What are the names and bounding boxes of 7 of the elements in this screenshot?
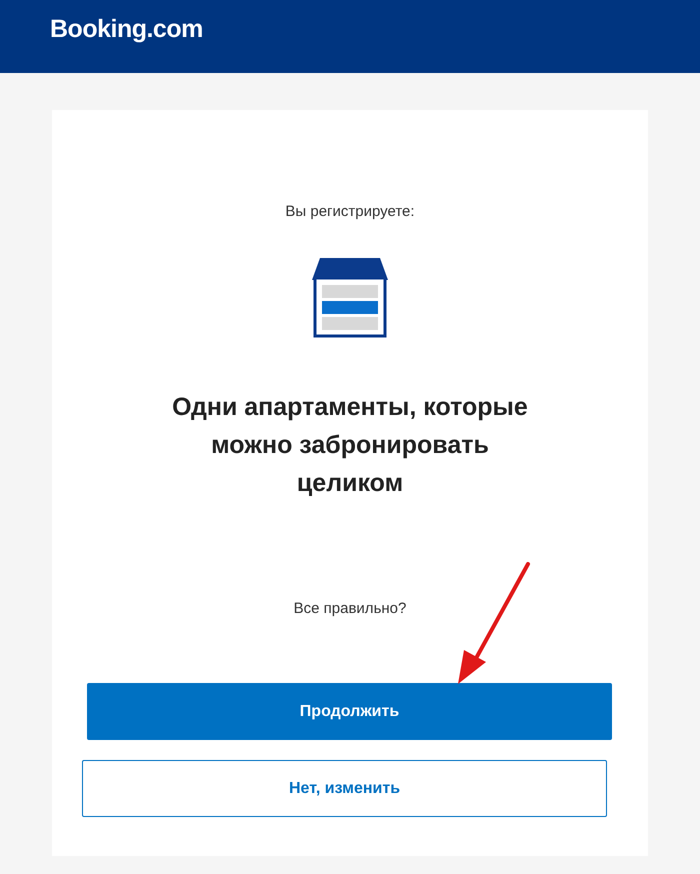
- logo[interactable]: Booking.com: [50, 14, 203, 44]
- house-icon: [312, 258, 388, 338]
- continue-button[interactable]: Продолжить: [87, 683, 612, 740]
- question-text: Все правильно?: [294, 600, 406, 617]
- change-button[interactable]: Нет, изменить: [82, 760, 607, 817]
- property-type-heading: Одни апартаменты, которые можно забронировать целиком: [171, 392, 529, 499]
- intro-text: Вы регистрируете:: [285, 203, 415, 220]
